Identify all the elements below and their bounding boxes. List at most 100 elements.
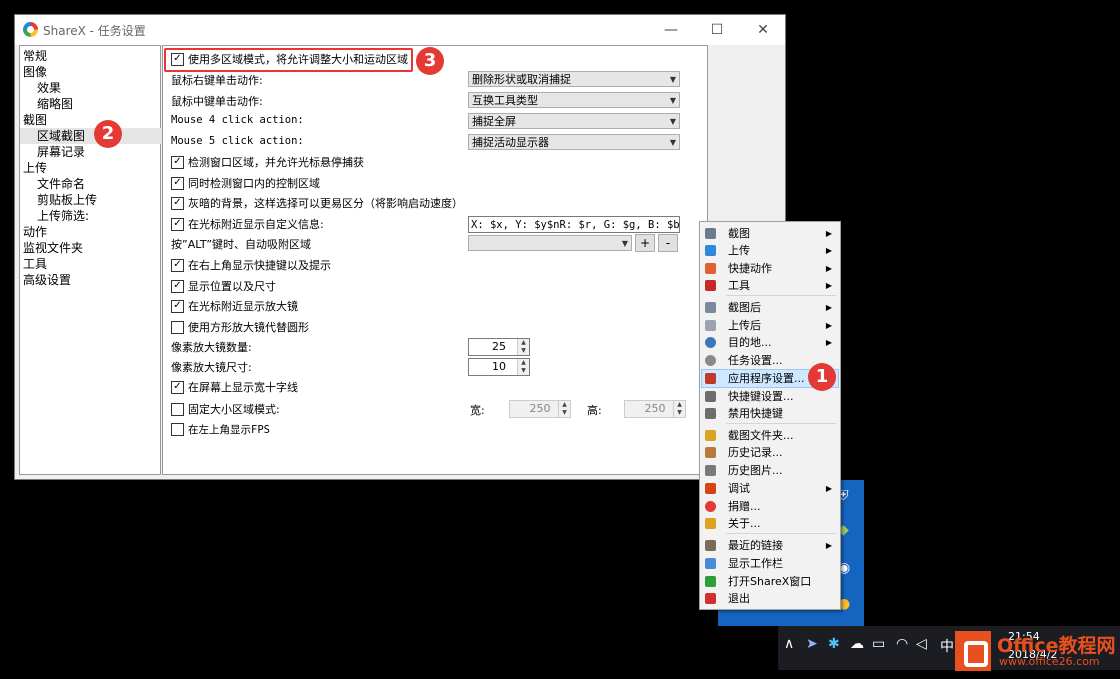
detect-controls-checkbox[interactable]: ✓ 同时检测窗口内的控制区域	[171, 175, 320, 193]
checkbox-unchecked[interactable]	[171, 422, 184, 436]
show-fps-checkbox[interactable]: 在左上角显示FPS	[171, 421, 270, 439]
submenu-arrow-icon: ▶	[825, 541, 832, 550]
menu-item-label: 关于...	[728, 517, 761, 530]
speaker-icon[interactable]: ◁	[916, 636, 927, 652]
maximize-button[interactable]: ☐	[694, 15, 740, 45]
wifi-icon[interactable]: ◠	[896, 636, 908, 652]
menu-item-18[interactable]: 显示工作栏	[702, 555, 838, 572]
show-position-checkbox[interactable]: ✓ 显示位置以及尺寸	[171, 278, 276, 296]
tree-item-tools[interactable]: 工具	[20, 256, 161, 272]
menu-item-label: 历史记录...	[728, 446, 783, 459]
remove-snap-button[interactable]: -	[658, 234, 678, 252]
checkbox-checked[interactable]: ✓	[171, 258, 184, 272]
checkbox-checked[interactable]: ✓	[171, 155, 184, 169]
battery-icon[interactable]: ▭	[872, 636, 885, 652]
checkbox-checked[interactable]: ✓	[171, 279, 184, 293]
middle-click-action-select[interactable]: 互换工具类型 ▼	[468, 92, 680, 108]
globe-icon	[705, 337, 716, 348]
menu-item-10[interactable]: 禁用快捷键	[702, 405, 838, 422]
snap-size-select[interactable]: ▼	[468, 235, 632, 251]
custom-info-checkbox[interactable]: ✓ 在光标附近显示自定义信息:	[171, 216, 324, 234]
close-button[interactable]: ✕	[740, 15, 786, 45]
tree-item-watch-folders[interactable]: 监视文件夹	[20, 240, 161, 256]
tree-item-actions[interactable]: 动作	[20, 224, 161, 240]
square-magnifier-checkbox[interactable]: 使用方形放大镜代替圆形	[171, 319, 309, 337]
menu-item-12[interactable]: 历史记录...	[702, 444, 838, 461]
menu-item-3[interactable]: 工具 ▶	[702, 277, 838, 294]
menu-item-14[interactable]: 调试 ▶	[702, 480, 838, 497]
checkbox-checked[interactable]: ✓	[171, 380, 184, 394]
magnifier-count-label: 像素放大镜数量:	[171, 341, 252, 354]
fixed-height-stepper[interactable]: 250 ▲ ▼	[624, 400, 686, 418]
menu-item-1[interactable]: 上传 ▶	[702, 242, 838, 259]
submenu-arrow-icon: ▶	[825, 484, 832, 493]
menu-item-17[interactable]: 最近的链接 ▶	[702, 537, 838, 554]
detect-windows-checkbox[interactable]: ✓ 检测窗口区域，并允许光标悬停捕获	[171, 154, 364, 172]
menu-item-label: 截图文件夹...	[728, 429, 794, 442]
custom-info-textbox[interactable]: X: $x, Y: $y$nR: $r, G: $g, B: $b$n	[468, 216, 680, 233]
spin-arrows-icon[interactable]: ▲ ▼	[517, 359, 529, 375]
checkbox-checked[interactable]: ✓	[171, 299, 184, 313]
fixed-width-stepper[interactable]: 250 ▲ ▼	[509, 400, 571, 418]
submenu-arrow-icon: ▶	[825, 303, 832, 312]
tree-item-capture[interactable]: 截图	[20, 112, 161, 128]
menu-item-11[interactable]: 截图文件夹...	[702, 427, 838, 444]
checkbox-checked[interactable]: ✓	[171, 217, 184, 231]
tree-item-screen-recording[interactable]: 屏幕记录	[20, 144, 175, 160]
keyboard-icon	[705, 391, 716, 402]
pen-icon[interactable]: ➤	[806, 636, 818, 652]
title-bar[interactable]: ShareX - 任务设置 — ☐ ✕	[15, 15, 785, 45]
minimize-button[interactable]: —	[648, 15, 694, 45]
tree-item-image[interactable]: 图像	[20, 64, 161, 80]
mouse5-action-select[interactable]: 捕捉活动显示器 ▼	[468, 134, 680, 150]
menu-item-6[interactable]: 目的地... ▶	[702, 334, 838, 351]
tree-item-advanced[interactable]: 高级设置	[20, 272, 161, 288]
tree-item-thumbnail[interactable]: 缩略图	[20, 96, 175, 112]
folder-icon	[705, 430, 716, 441]
menu-item-13[interactable]: 历史图片...	[702, 462, 838, 479]
tree-item-clipboard-upload[interactable]: 剪贴板上传	[20, 192, 175, 208]
tree-item-upload-filters[interactable]: 上传筛选:	[20, 208, 175, 224]
menu-item-15[interactable]: 捐赠...	[702, 498, 838, 515]
menu-item-4[interactable]: 截图后 ▶	[702, 299, 838, 316]
width-label: 宽:	[470, 404, 485, 417]
spin-arrows-icon[interactable]: ▲ ▼	[673, 401, 685, 417]
dim-background-checkbox[interactable]: ✓ 灰暗的背景，这样选择可以更易区分（将影响启动速度）	[171, 195, 463, 213]
right-click-action-select[interactable]: 删除形状或取消捕捉 ▼	[468, 71, 680, 87]
star-icon[interactable]: ✱	[828, 636, 840, 652]
magnifier-count-stepper[interactable]: 25 ▲ ▼	[468, 338, 530, 356]
menu-item-label: 调试	[728, 482, 750, 495]
checkbox-unchecked[interactable]	[171, 320, 184, 334]
cloud-icon[interactable]: ☁	[850, 636, 864, 652]
show-hidden-icons-button[interactable]: ∧	[784, 636, 794, 652]
tree-item-effects[interactable]: 效果	[20, 80, 175, 96]
magnifier-size-stepper[interactable]: 10 ▲ ▼	[468, 358, 530, 376]
tree-item-general[interactable]: 常规	[20, 48, 161, 64]
taskbar-icon	[705, 558, 716, 569]
submenu-arrow-icon: ▶	[825, 246, 832, 255]
show-hotkeys-checkbox[interactable]: ✓ 在右上角显示快捷键以及提示	[171, 257, 331, 275]
tree-item-upload[interactable]: 上传	[20, 160, 161, 176]
snap-label: 按”ALT”键时、自动吸附区域	[171, 238, 312, 251]
fixed-size-checkbox[interactable]: 固定大小区域模式:	[171, 401, 280, 419]
checkbox-checked[interactable]: ✓	[171, 196, 184, 210]
show-magnifier-checkbox[interactable]: ✓ 在光标附近显示放大镜	[171, 298, 298, 316]
menu-item-20[interactable]: 退出	[702, 590, 838, 607]
crosshair-checkbox[interactable]: ✓ 在屏幕上显示宽十字线	[171, 379, 298, 397]
menu-item-16[interactable]: 关于...	[702, 515, 838, 532]
keyboard-off-icon	[705, 408, 716, 419]
mouse4-action-select[interactable]: 捕捉全屏 ▼	[468, 113, 680, 129]
tree-item-file-naming[interactable]: 文件命名	[20, 176, 175, 192]
menu-item-2[interactable]: 快捷动作 ▶	[702, 260, 838, 277]
spin-arrows-icon[interactable]: ▲ ▼	[517, 339, 529, 355]
menu-item-0[interactable]: 截图 ▶	[702, 225, 838, 242]
checkbox-checked[interactable]: ✓	[171, 176, 184, 190]
menu-item-label: 任务设置...	[728, 354, 783, 367]
submenu-arrow-icon: ▶	[825, 321, 832, 330]
menu-item-19[interactable]: 打开ShareX窗口	[702, 573, 838, 590]
checkbox-unchecked[interactable]	[171, 402, 184, 416]
menu-item-5[interactable]: 上传后 ▶	[702, 317, 838, 334]
spin-arrows-icon[interactable]: ▲ ▼	[558, 401, 570, 417]
ime-indicator[interactable]: 中	[940, 636, 954, 656]
add-snap-button[interactable]: +	[635, 234, 655, 252]
